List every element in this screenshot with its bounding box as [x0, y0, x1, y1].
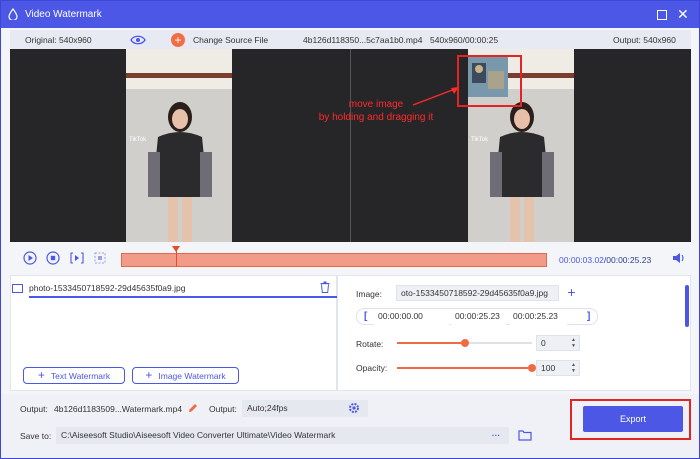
watermark-file-name: photo-1533450718592-29d45635f0a9.jpg — [29, 283, 186, 293]
opacity-slider[interactable] — [397, 364, 536, 372]
tiktok-tag: TikTok — [471, 137, 489, 143]
clip-icon[interactable] — [93, 251, 107, 265]
selected-item-indicator — [29, 296, 342, 298]
image-file-icon — [12, 284, 23, 293]
info-bar: Original: 540x960 Change Source File 4b1… — [10, 30, 691, 49]
stepper-down-icon[interactable]: ▼ — [571, 369, 576, 374]
window-title: Video Watermark — [25, 9, 102, 20]
range-start-bracket-icon[interactable]: [ — [364, 311, 367, 322]
stepper-down-icon[interactable]: ▼ — [571, 344, 576, 349]
timeline-track[interactable] — [121, 253, 547, 267]
list-item[interactable]: photo-1533450718592-29d45635f0a9.jpg — [12, 280, 342, 298]
eye-icon[interactable] — [130, 35, 146, 45]
output-resolution: Output: 540x960 — [613, 35, 676, 45]
opacity-label: Opacity: — [356, 363, 388, 373]
opacity-slider-fill — [397, 367, 532, 369]
person-image — [490, 102, 554, 242]
output-format-value: Auto;24fps — [247, 403, 288, 413]
original-video-frame: TikTok — [126, 49, 232, 242]
app-logo-icon — [8, 8, 18, 20]
maximize-button[interactable] — [657, 10, 667, 20]
plus-icon: + — [37, 368, 45, 382]
save-to-label: Save to: — [20, 431, 52, 441]
annotation-text: move image by holding and dragging it — [301, 98, 451, 124]
save-path-value: C:\Aiseesoft Studio\Aiseesoft Video Conv… — [61, 430, 336, 440]
stop-icon[interactable] — [46, 251, 60, 265]
browse-more-button[interactable]: ··· — [483, 427, 509, 444]
opacity-stepper[interactable]: 100 ▲ ▼ — [536, 360, 580, 376]
save-path-field[interactable]: C:\Aiseesoft Studio\Aiseesoft Video Conv… — [56, 427, 483, 444]
annotation-line-2: by holding and dragging it — [318, 112, 434, 123]
total-time: /00:00:25.23 — [603, 255, 652, 265]
gear-icon[interactable] — [348, 402, 360, 414]
rotate-stepper[interactable]: 0 ▲ ▼ — [536, 335, 580, 351]
next-frame-icon[interactable] — [70, 251, 84, 265]
source-resolution-duration: 540x960/00:00:25 — [430, 35, 499, 45]
volume-icon[interactable] — [672, 252, 686, 264]
trash-icon[interactable] — [320, 281, 330, 293]
timecode: 00:00:03.02/00:00:25.23 — [559, 255, 651, 265]
rotate-slider-knob[interactable] — [460, 339, 469, 347]
tiktok-tag: TikTok — [129, 137, 147, 143]
opacity-slider-knob[interactable] — [528, 364, 536, 372]
play-icon[interactable] — [23, 251, 37, 265]
image-label: Image: — [356, 289, 382, 299]
edit-pencil-icon[interactable] — [188, 403, 198, 413]
format-label: Output: — [209, 404, 237, 414]
folder-icon[interactable] — [518, 429, 532, 441]
source-file-name: 4b126d118350...5c7aa1b0.mp4 — [303, 35, 423, 45]
add-image-watermark-button[interactable]: + Image Watermark — [132, 367, 239, 384]
range-end-field[interactable]: 00:00:25.23 — [451, 309, 506, 325]
plus-icon: + — [145, 368, 153, 382]
current-time: 00:00:03.02 — [559, 255, 604, 265]
settings-scrollbar[interactable] — [685, 285, 689, 327]
rotate-slider-fill — [397, 342, 465, 344]
add-image-plus-icon[interactable]: + — [564, 285, 579, 300]
annotation-line-1: move image — [348, 99, 404, 110]
text-watermark-label: Text Watermark — [50, 371, 111, 381]
range-end-bracket-icon[interactable]: ] — [587, 311, 590, 322]
rotate-value: 0 — [541, 338, 546, 348]
more-dots: ··· — [491, 430, 501, 440]
output-label: Output: — [20, 404, 48, 414]
range-duration-field[interactable]: 00:00:25.23 — [509, 309, 567, 325]
rotate-label: Rotate: — [356, 339, 384, 349]
original-resolution: Original: 540x960 — [25, 35, 92, 45]
range-start-field[interactable]: 00:00:00.00 — [374, 309, 449, 325]
opacity-value: 100 — [541, 363, 556, 373]
video-watermark-window: Video Watermark ✕ Original: 540x960 Chan… — [0, 0, 700, 459]
preview-divider — [350, 49, 351, 242]
export-button[interactable]: Export — [583, 406, 683, 432]
image-file-field[interactable]: oto-1533450718592-29d45635f0a9.jpg — [396, 285, 559, 301]
add-text-watermark-button[interactable]: + Text Watermark — [23, 367, 125, 384]
playhead-marker-icon[interactable] — [172, 246, 181, 252]
change-source-file-link[interactable]: Change Source File — [193, 35, 268, 45]
rotate-slider[interactable] — [397, 339, 532, 347]
change-source-plus-icon[interactable]: + — [171, 33, 185, 47]
output-file-name: 4b126d1183509...Watermark.mp4 — [54, 404, 183, 414]
person-image — [148, 102, 212, 242]
title-bar: Video Watermark ✕ — [1, 1, 699, 28]
watermark-selection-highlight — [457, 55, 522, 107]
close-button[interactable]: ✕ — [677, 6, 689, 22]
image-watermark-label: Image Watermark — [158, 371, 226, 381]
